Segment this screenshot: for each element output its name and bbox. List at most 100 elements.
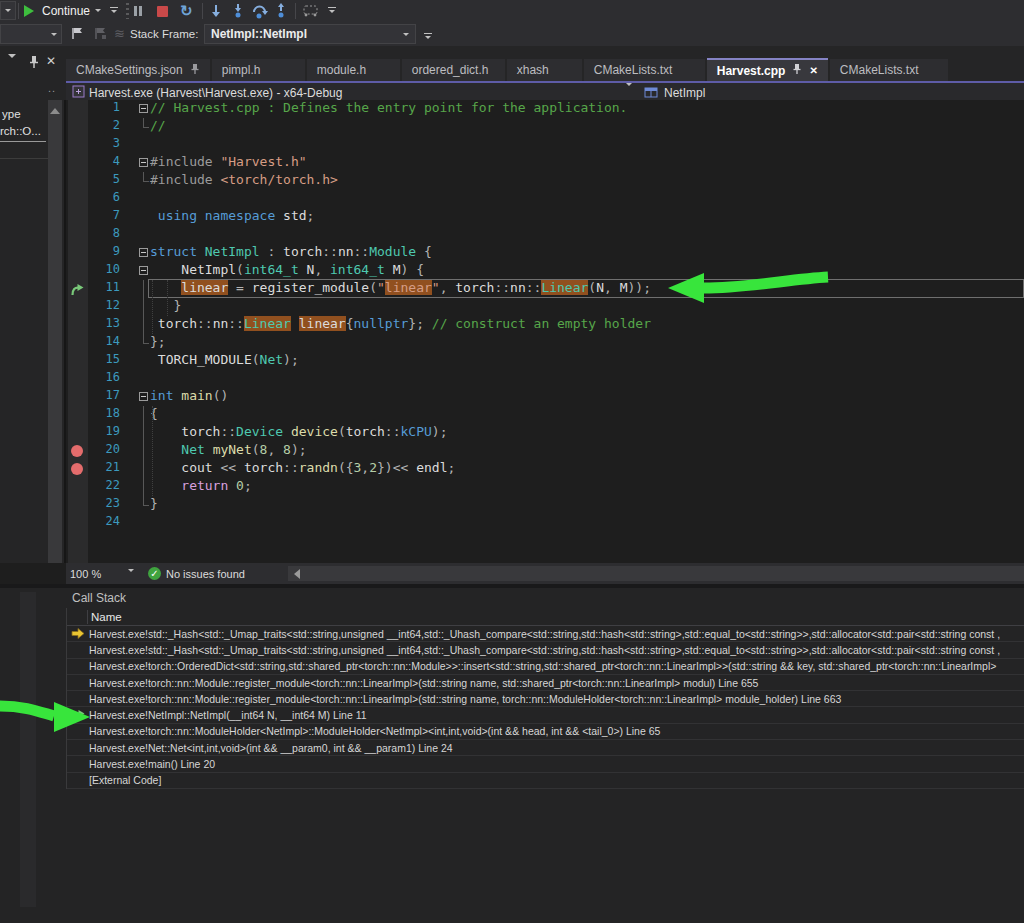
left-panel-scrollbar[interactable] bbox=[48, 100, 62, 563]
breakpoint-gutter[interactable] bbox=[68, 172, 88, 190]
code-line-24[interactable]: 24 bbox=[66, 514, 1024, 532]
code-text[interactable]: struct NetImpl : torch::nn::Module { bbox=[150, 244, 432, 262]
process-combobox[interactable] bbox=[0, 24, 62, 44]
tab-label[interactable]: xhash bbox=[517, 63, 549, 77]
code-text[interactable]: #include <torch/torch.h> bbox=[150, 172, 338, 190]
frame-text[interactable]: Harvest.exe!Net::Net<int,int,void>(int &… bbox=[89, 742, 453, 754]
scroll-left-icon[interactable] bbox=[294, 569, 300, 579]
breakpoint-gutter[interactable] bbox=[68, 226, 88, 244]
breakpoint-gutter[interactable] bbox=[68, 442, 88, 460]
breakpoint-gutter[interactable] bbox=[68, 334, 88, 352]
breakpoint-gutter[interactable] bbox=[68, 406, 88, 424]
code-text[interactable]: } bbox=[150, 496, 158, 514]
breakpoint-gutter[interactable] bbox=[68, 280, 88, 298]
pin-icon[interactable] bbox=[792, 63, 802, 78]
code-line-17[interactable]: 17int main() bbox=[66, 388, 1024, 406]
code-line-19[interactable]: 19 torch::Device device(torch::kCPU); bbox=[66, 424, 1024, 442]
frame-text[interactable]: Harvest.exe!NetImpl::NetImpl(__int64 N, … bbox=[89, 709, 367, 721]
code-line-22[interactable]: 22 return 0; bbox=[66, 478, 1024, 496]
show-threads-icon[interactable]: ≋ bbox=[114, 26, 125, 41]
code-text[interactable]: torch::Device device(torch::kCPU); bbox=[150, 424, 447, 442]
code-line-7[interactable]: 7 using namespace std; bbox=[66, 208, 1024, 226]
toolbar-overflow-icon[interactable] bbox=[110, 7, 118, 13]
close-icon[interactable]: ✕ bbox=[809, 65, 817, 76]
code-text[interactable]: NetImpl(int64_t N, int64_t M) { bbox=[150, 262, 424, 280]
code-line-2[interactable]: 2// bbox=[66, 118, 1024, 136]
callstack-row-2[interactable]: Harvest.exe!std::_Hash<std::_Umap_traits… bbox=[67, 642, 1024, 658]
zoom-dropdown-icon[interactable] bbox=[128, 572, 134, 584]
code-text[interactable]: Net myNet(8, 8); bbox=[150, 442, 307, 460]
breakpoint-gutter[interactable] bbox=[68, 478, 88, 496]
breakpoint-gutter[interactable] bbox=[68, 460, 88, 478]
breakpoint-gutter[interactable] bbox=[68, 208, 88, 226]
tab-label[interactable]: module.h bbox=[317, 63, 366, 77]
code-line-5[interactable]: 5#include <torch/torch.h> bbox=[66, 172, 1024, 190]
close-icon[interactable]: ✕ bbox=[46, 54, 56, 68]
breakpoint-gutter[interactable] bbox=[68, 190, 88, 208]
breadcrumb-project[interactable]: Harvest.exe (Harvest\Harvest.exe) - x64-… bbox=[89, 86, 342, 100]
breakpoint-gutter[interactable] bbox=[68, 118, 88, 136]
frame-text[interactable]: Harvest.exe!main() Line 20 bbox=[89, 758, 215, 770]
code-text[interactable]: torch::nn::Linear linear{nullptr}; // co… bbox=[150, 316, 651, 334]
pause-button[interactable] bbox=[134, 6, 142, 16]
continue-play-icon[interactable] bbox=[24, 5, 34, 17]
code-line-8[interactable]: 8 bbox=[66, 226, 1024, 244]
breakpoint-gutter[interactable] bbox=[68, 100, 88, 118]
restart-button[interactable]: ↻ bbox=[180, 2, 193, 20]
code-line-4[interactable]: 4#include "Harvest.h" bbox=[66, 154, 1024, 172]
frame-text[interactable]: Harvest.exe!std::_Hash<std::_Umap_traits… bbox=[89, 628, 1000, 640]
tab-pimpl-h-1[interactable]: pimpl.h bbox=[212, 59, 305, 81]
stack-frame-combobox[interactable]: NetImpl::NetImpl bbox=[204, 24, 416, 44]
breakpoint-gutter[interactable] bbox=[68, 316, 88, 334]
callstack-row-3[interactable]: Harvest.exe!torch::OrderedDict<std::stri… bbox=[67, 659, 1024, 675]
code-text[interactable]: }; bbox=[150, 334, 166, 352]
breakpoint-gutter[interactable] bbox=[68, 388, 88, 406]
tab-label[interactable]: pimpl.h bbox=[222, 63, 261, 77]
breakpoint-gutter[interactable] bbox=[68, 262, 88, 280]
code-text[interactable]: return 0; bbox=[150, 478, 252, 496]
code-text[interactable]: cout << torch::randn({3,2})<< endl; bbox=[150, 460, 455, 478]
horizontal-scrollbar[interactable] bbox=[288, 566, 1024, 581]
code-line-20[interactable]: 20 Net myNet(8, 8); bbox=[66, 442, 1024, 460]
show-next-statement-button[interactable] bbox=[209, 3, 223, 19]
code-line-3[interactable]: 3 bbox=[66, 136, 1024, 154]
code-line-23[interactable]: 23} bbox=[66, 496, 1024, 514]
frame-text[interactable]: Harvest.exe!torch::OrderedDict<std::stri… bbox=[89, 660, 996, 672]
frame-text[interactable]: Harvest.exe!torch::nn::Module::register_… bbox=[89, 677, 758, 689]
pin-icon[interactable] bbox=[28, 55, 40, 73]
issues-status[interactable]: No issues found bbox=[166, 568, 245, 580]
step-over-button[interactable] bbox=[251, 3, 269, 19]
fold-collapse-icon[interactable] bbox=[138, 154, 150, 172]
frame-text[interactable]: Harvest.exe!torch::nn::ModuleHolder<NetI… bbox=[89, 725, 660, 737]
breadcrumb-symbol[interactable]: NetImpl bbox=[664, 86, 705, 100]
scroll-up-icon[interactable] bbox=[50, 108, 60, 114]
callstack-row-4[interactable]: Harvest.exe!torch::nn::Module::register_… bbox=[67, 675, 1024, 691]
step-out-button[interactable] bbox=[274, 3, 288, 19]
code-line-16[interactable]: 16 bbox=[66, 370, 1024, 388]
code-text[interactable]: using namespace std; bbox=[150, 208, 314, 226]
tab-label[interactable]: CMakeLists.txt bbox=[594, 63, 673, 77]
breakpoint-window-icon[interactable] bbox=[302, 4, 320, 18]
frame-text[interactable]: [External Code] bbox=[89, 774, 161, 786]
code-text[interactable]: } bbox=[150, 298, 181, 316]
code-text[interactable]: #include "Harvest.h" bbox=[150, 154, 307, 172]
tab-module-h-2[interactable]: module.h bbox=[307, 59, 400, 81]
fold-collapse-icon[interactable] bbox=[138, 388, 150, 406]
breadcrumb-dropdown-icon[interactable] bbox=[626, 86, 632, 100]
fold-collapse-icon[interactable] bbox=[138, 262, 150, 280]
tab-label[interactable]: CMakeSettings.json bbox=[76, 63, 183, 77]
code-text[interactable]: TORCH_MODULE(Net); bbox=[150, 352, 299, 370]
code-line-14[interactable]: 14}; bbox=[66, 334, 1024, 352]
tab-harvest-cpp-6[interactable]: Harvest.cpp✕ bbox=[707, 58, 828, 81]
tab-cmakelists-txt-7[interactable]: CMakeLists.txt bbox=[830, 59, 948, 81]
tab-ordered-dict-h-3[interactable]: ordered_dict.h bbox=[402, 59, 505, 81]
callstack-row-5[interactable]: Harvest.exe!torch::nn::Module::register_… bbox=[67, 691, 1024, 707]
callstack-row-7[interactable]: Harvest.exe!torch::nn::ModuleHolder<NetI… bbox=[67, 724, 1024, 740]
callstack-row-1[interactable]: Harvest.exe!std::_Hash<std::_Umap_traits… bbox=[67, 626, 1024, 642]
code-text[interactable]: // Harvest.cpp : Defines the entry point… bbox=[150, 100, 627, 118]
toolbar-grip[interactable] bbox=[126, 3, 129, 19]
fold-collapse-icon[interactable] bbox=[138, 244, 150, 262]
frame-text[interactable]: Harvest.exe!std::_Hash<std::_Umap_traits… bbox=[89, 644, 1000, 656]
breakpoint-icon[interactable] bbox=[71, 445, 83, 457]
tab-cmakelists-txt-5[interactable]: CMakeLists.txt bbox=[584, 59, 705, 81]
